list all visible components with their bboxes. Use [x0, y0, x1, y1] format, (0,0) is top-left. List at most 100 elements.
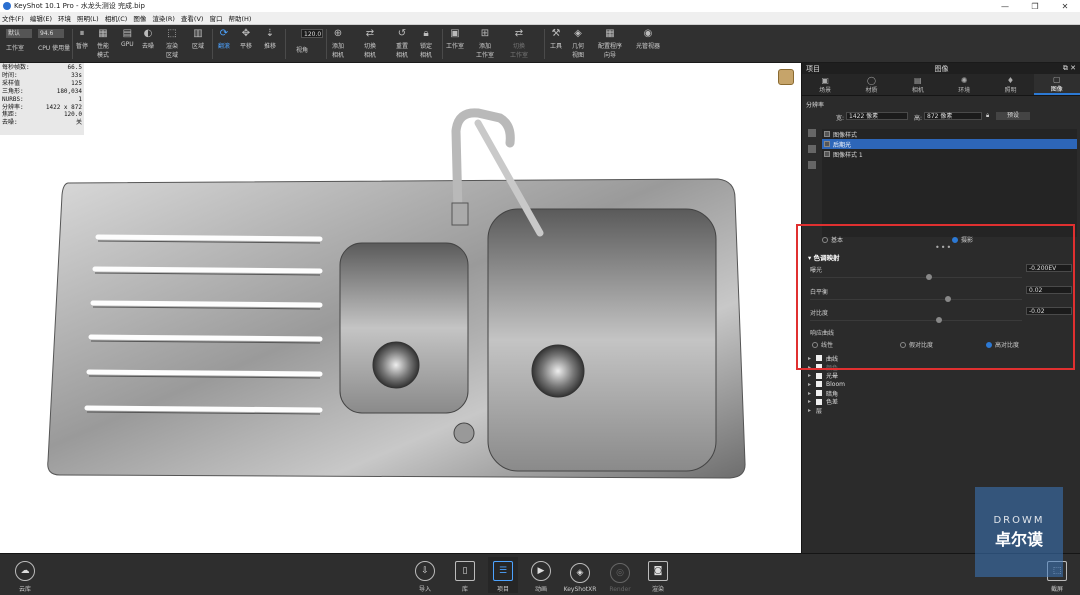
switch-camera-button[interactable]: ⇄ 切换 相机	[364, 28, 376, 60]
tab-camera[interactable]: ▤ 相机	[895, 74, 941, 95]
config-wizard-button[interactable]: ▦ 配置程序 向导	[598, 28, 622, 60]
stat-value: 33s	[71, 71, 82, 79]
chevron-right-icon[interactable]: ▸	[808, 398, 816, 405]
stat-triangles: 三角形: 180,034	[2, 88, 82, 96]
menu-render[interactable]: 渲染(R)	[152, 13, 175, 23]
tab-lighting[interactable]: ♦ 照明	[987, 74, 1033, 95]
tree-item-bloom[interactable]: ▸ Bloom	[808, 380, 1008, 389]
style-item-1[interactable]: 图像样式 1	[822, 149, 1077, 159]
menu-file[interactable]: 文件(F)	[2, 13, 24, 23]
geometry-view-button[interactable]: ◈ 几何 视图	[572, 28, 584, 60]
perf-mode-button[interactable]: ▦ 性能 模式	[97, 28, 109, 60]
height-input[interactable]: 872 像素	[924, 112, 982, 120]
effect-checkbox[interactable]	[816, 390, 822, 397]
close-button[interactable]: ✕	[1050, 0, 1080, 12]
reset-camera-button[interactable]: ↺ 重置 相机	[396, 28, 408, 60]
gpu-label: GPU	[121, 41, 134, 48]
menu-environment[interactable]: 环境	[58, 13, 71, 23]
lock-camera-button[interactable]: 🔒︎ 锁定 相机	[420, 28, 432, 60]
import-button[interactable]: ⇩ 导入	[410, 557, 440, 593]
lux-render-button[interactable]: ◉ 光管视器	[636, 28, 660, 60]
switch-studio-button[interactable]: ⇄ 切换 工作室	[510, 28, 528, 60]
dolly-button[interactable]: ⇣ 推移	[264, 28, 276, 60]
menu-edit[interactable]: 编辑(E)	[30, 13, 52, 23]
backplate-button[interactable]: ▥ 区域	[192, 28, 204, 60]
chevron-right-icon[interactable]: ▸	[808, 390, 816, 397]
panel-left-title: 项目	[806, 64, 820, 73]
effect-checkbox[interactable]	[816, 381, 822, 388]
menu-lighting[interactable]: 照明(L)	[77, 13, 99, 23]
style-checkbox[interactable]	[824, 141, 830, 147]
studio-button[interactable]: ▣ 工作室	[446, 28, 464, 60]
title-bar: KeyShot 10.1 Pro - 水龙头测设 完成.bip — ❐ ✕	[0, 0, 1080, 12]
maximize-button[interactable]: ❐	[1020, 0, 1050, 12]
fov-input[interactable]: 120.0	[301, 29, 323, 38]
chevron-right-icon[interactable]: ▸	[808, 381, 816, 388]
stat-value: 关	[75, 119, 82, 127]
cloud-library-button[interactable]: ☁ 云库	[10, 557, 40, 593]
lock-ratio-icon[interactable]: 🔒︎	[986, 112, 989, 120]
minimize-button[interactable]: —	[990, 0, 1020, 12]
library-button[interactable]: ▯ 库	[450, 557, 480, 593]
project-button[interactable]: ☰ 项目	[488, 557, 518, 593]
region-render-button[interactable]: ⬚ 渲染 区域	[166, 28, 178, 60]
width-input[interactable]: 1422 像素	[846, 112, 908, 120]
effect-checkbox[interactable]	[816, 398, 822, 405]
tab-image[interactable]: ▢ 图像	[1033, 74, 1080, 95]
menu-camera[interactable]: 相机(C)	[105, 13, 128, 23]
menu-window[interactable]: 窗口	[209, 13, 222, 23]
stat-label: 采样值	[2, 79, 21, 87]
menu-image[interactable]: 图像	[133, 13, 146, 23]
style-checkbox[interactable]	[824, 151, 830, 157]
render-stats-overlay: 每秒帧数: 66.5 时间: 33s 采样值 125 三角形: 180,034 NURB…	[0, 63, 84, 135]
tab-environment[interactable]: ✺ 环境	[941, 74, 987, 95]
add-camera-button[interactable]: ⊕ 添加 相机	[332, 28, 344, 60]
menu-help[interactable]: 帮助(H)	[228, 13, 251, 23]
studio-thumbnail-icon[interactable]	[778, 69, 794, 85]
tree-item-vignette[interactable]: ▸ 暗角	[808, 389, 1008, 398]
tools-button[interactable]: ⚒ 工具	[550, 28, 562, 60]
delete-style-icon[interactable]	[808, 161, 816, 169]
add-studio-button[interactable]: ⊞ 添加 工作室	[476, 28, 494, 60]
render-dim-button[interactable]: ◎ Render	[605, 557, 635, 593]
effect-checkbox[interactable]	[816, 372, 822, 379]
height-label: 高:	[914, 115, 923, 122]
panel-header: 项目 图像 ⧉ ✕	[802, 63, 1080, 74]
pause-button[interactable]: ⏸ 暂停	[76, 28, 88, 60]
preset-button[interactable]: 预设	[996, 112, 1030, 120]
gpu-icon: ▤	[122, 28, 133, 39]
workspace-select[interactable]: 默认	[6, 29, 32, 38]
keyshotxr-button[interactable]: ◈ KeyShotXR	[564, 557, 596, 593]
tree-item-glow[interactable]: ▸ 光晕	[808, 371, 1008, 380]
render-button[interactable]: ◙ 渲染	[643, 557, 673, 593]
geometry-label: 几何 视图	[572, 43, 585, 59]
tree-item-layers[interactable]: ▸ 层	[808, 406, 1008, 415]
turntable-button[interactable]: ⟳ 翻滚	[218, 28, 230, 60]
list-icon: ☰	[493, 561, 513, 581]
denoise-button[interactable]: ◐ 去噪	[142, 28, 154, 60]
cpu-usage-input[interactable]: 94.6	[38, 29, 64, 38]
styles-checkbox[interactable]	[824, 131, 830, 137]
chevron-right-icon[interactable]: ▸	[808, 407, 816, 414]
stat-value: 180,034	[56, 87, 82, 95]
add-style-icon[interactable]	[808, 129, 816, 137]
gpu-button[interactable]: ▤ GPU	[121, 28, 134, 60]
reset-camera-icon: ↺	[397, 28, 407, 39]
animation-button[interactable]: ▶ 动画	[526, 557, 556, 593]
watermark-logo: DROWM 卓尔谟	[975, 487, 1063, 577]
lighting-icon: ♦	[1006, 75, 1015, 85]
menu-view[interactable]: 查看(V)	[181, 13, 204, 23]
pan-button[interactable]: ✥ 平移	[240, 28, 252, 60]
panel-window-controls[interactable]: ⧉ ✕	[1063, 64, 1076, 73]
tab-label: 环境	[958, 86, 971, 94]
render-viewport[interactable]: 每秒帧数: 66.5 时间: 33s 采样值 125 三角形: 180,034 NURB…	[0, 63, 800, 553]
tree-item-chromatic[interactable]: ▸ 色差	[808, 397, 1008, 406]
duplicate-style-icon[interactable]	[808, 145, 816, 153]
chevron-right-icon[interactable]: ▸	[808, 372, 816, 379]
tab-material[interactable]: ◯ 材质	[848, 74, 894, 95]
style-item-afterglow[interactable]: 后期光	[822, 139, 1077, 149]
material-icon: ◯	[867, 75, 876, 85]
studio-icon: ▣	[450, 28, 460, 39]
tab-scene[interactable]: ▣ 场景	[802, 74, 848, 95]
import-label: 导入	[418, 586, 431, 593]
